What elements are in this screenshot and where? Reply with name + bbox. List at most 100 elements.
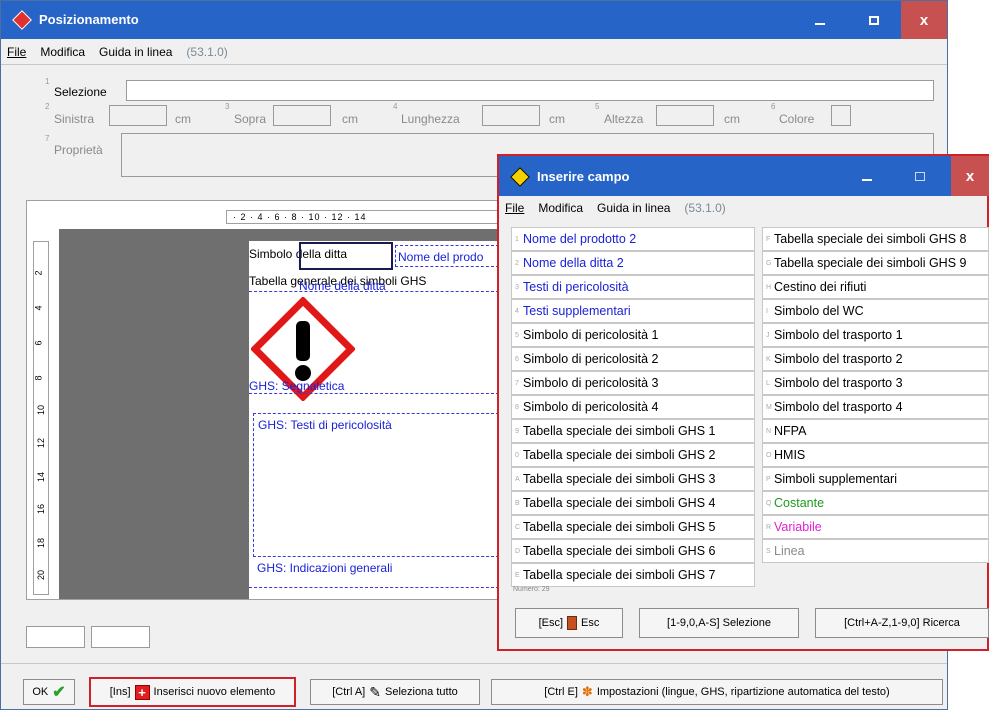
field-list-item[interactable]: C Tabella speciale dei simboli GHS 5	[511, 515, 755, 539]
signal-word-item[interactable]: GHS: Segnaletica	[249, 379, 344, 393]
dialog-menu-help[interactable]: Guida in linea	[597, 201, 670, 215]
ruler-tick: 16	[36, 503, 47, 515]
shortcut-key: J	[766, 331, 770, 339]
field-list-item[interactable]: 7 Simbolo di pericolosità 3	[511, 371, 755, 395]
coord-x-field[interactable]	[26, 626, 85, 648]
height-field[interactable]	[656, 105, 714, 126]
field-list-item[interactable]: B Tabella speciale dei simboli GHS 4	[511, 491, 755, 515]
field-list-item[interactable]: G Tabella speciale dei simboli GHS 9	[762, 251, 989, 275]
ruler-tick: 14	[36, 471, 47, 483]
shortcut-key: G	[766, 259, 772, 267]
select-label: [1-9,0,A-S] Selezione	[667, 617, 771, 629]
field-list-item[interactable]: Q Costante	[762, 491, 989, 515]
coord-y-field[interactable]	[91, 626, 150, 648]
field-number: 2	[45, 102, 50, 111]
general-info-item[interactable]: GHS: Indicazioni generali	[257, 561, 392, 575]
field-list-item[interactable]: H Cestino dei rifiuti	[762, 275, 989, 299]
field-list-item[interactable]: 3 Testi di pericolosità	[511, 275, 755, 299]
left-field[interactable]	[109, 105, 167, 126]
select-all-label: Seleziona tutto	[384, 686, 458, 698]
close-icon: x	[919, 11, 929, 29]
field-list-item[interactable]: R Variabile	[762, 515, 989, 539]
close-icon: x	[965, 167, 975, 185]
field-list-item[interactable]: L Simbolo del trasporto 3	[762, 371, 989, 395]
select-all-button[interactable]: [Ctrl A] ✎ Seleziona tutto	[310, 679, 480, 705]
label-paper[interactable]: Simbolo della ditta Nome del prodo Tabel…	[249, 241, 499, 599]
shortcut-key: N	[766, 427, 772, 435]
shortcut-key: 9	[515, 427, 519, 435]
insert-element-button[interactable]: [Ins] + Inserisci nuovo elemento	[89, 677, 296, 707]
shortcut-key: A	[515, 475, 520, 483]
field-list-item[interactable]: I Simbolo del WC	[762, 299, 989, 323]
field-label: Testi supplementari	[523, 304, 631, 318]
dialog-select-button[interactable]: [1-9,0,A-S] Selezione	[639, 608, 799, 638]
dialog-menu-edit[interactable]: Modifica	[538, 201, 583, 215]
field-list-item[interactable]: F Tabella speciale dei simboli GHS 8	[762, 227, 989, 251]
field-number: 7	[45, 134, 50, 143]
field-list-item[interactable]: S Linea	[762, 539, 989, 563]
shortcut-key: C	[515, 523, 521, 531]
color-field[interactable]	[831, 105, 851, 126]
shortcut-key: R	[766, 523, 772, 531]
field-label: Simbolo di pericolosità 2	[523, 352, 659, 366]
field-list-item[interactable]: P Simboli supplementari	[762, 467, 989, 491]
selected-item-box[interactable]	[299, 242, 393, 270]
dialog-close-button[interactable]: x	[951, 156, 989, 196]
version-label: (53.1.0)	[186, 45, 228, 59]
insert-label: Inserisci nuovo elemento	[153, 686, 276, 698]
shortcut-key: 2	[515, 259, 519, 267]
field-list-item[interactable]: 4 Testi supplementari	[511, 299, 755, 323]
menu-file[interactable]: File	[7, 45, 26, 59]
maximize-button[interactable]	[851, 1, 897, 39]
hazard-texts-item[interactable]: GHS: Testi di pericolosità	[253, 413, 499, 557]
ruler-tick: 10	[36, 404, 47, 416]
settings-button[interactable]: [Ctrl E] ✽ Impostazioni (lingue, GHS, ri…	[491, 679, 943, 705]
field-label: Simbolo del WC	[774, 304, 864, 318]
close-button[interactable]: x	[901, 1, 947, 39]
field-label: Cestino dei rifiuti	[774, 280, 867, 294]
field-list-item[interactable]: O HMIS	[762, 443, 989, 467]
vertical-ruler: 2 4 6 8 10 12 14 16 18 20	[33, 241, 49, 595]
dashed-divider	[249, 291, 499, 292]
field-list-item[interactable]: 2 Nome della ditta 2	[511, 251, 755, 275]
field-list-item[interactable]: 0 Tabella speciale dei simboli GHS 2	[511, 443, 755, 467]
minimize-button[interactable]	[797, 1, 843, 39]
shortcut-key: B	[515, 499, 520, 507]
dialog-search-button[interactable]: [Ctrl+A-Z,1-9,0] Ricerca	[815, 608, 989, 638]
dialog-menu-file[interactable]: File	[505, 201, 524, 215]
shortcut-key: H	[766, 283, 772, 291]
field-list-item[interactable]: 1 Nome del prodotto 2	[511, 227, 755, 251]
field-list-item[interactable]: E Tabella speciale dei simboli GHS 7	[511, 563, 755, 587]
field-list-item[interactable]: N NFPA	[762, 419, 989, 443]
esc-label: Esc	[581, 617, 600, 629]
dialog-maximize-button[interactable]	[897, 156, 943, 196]
bottom-separator	[1, 663, 947, 664]
field-list-item[interactable]: J Simbolo del trasporto 1	[762, 323, 989, 347]
field-list-item[interactable]: 8 Simbolo di pericolosità 4	[511, 395, 755, 419]
field-list-item[interactable]: K Simbolo del trasporto 2	[762, 347, 989, 371]
field-list-item[interactable]: 6 Simbolo di pericolosità 2	[511, 347, 755, 371]
dialog-esc-button[interactable]: [Esc] Esc	[515, 608, 623, 638]
field-list-item[interactable]: 5 Simbolo di pericolosità 1	[511, 323, 755, 347]
field-label: Costante	[774, 496, 825, 510]
dialog-minimize-button[interactable]	[844, 156, 890, 196]
dialog-title-bar: Inserire campo x	[499, 156, 989, 196]
top-field[interactable]	[273, 105, 331, 126]
ruler-tick: 12	[36, 437, 47, 449]
length-field[interactable]	[482, 105, 540, 126]
field-list-item[interactable]: M Simbolo del trasporto 4	[762, 395, 989, 419]
menu-help[interactable]: Guida in linea	[99, 45, 172, 59]
ruler-tick: 4	[33, 305, 44, 311]
selection-field[interactable]	[126, 80, 934, 101]
ok-button[interactable]: OK ✔	[23, 679, 75, 705]
color-label: Colore	[779, 112, 815, 126]
field-list-item[interactable]: 9 Tabella speciale dei simboli GHS 1	[511, 419, 755, 443]
product-name-item[interactable]: Nome del prodo	[395, 245, 499, 267]
field-list-item[interactable]: A Tabella speciale dei simboli GHS 3	[511, 467, 755, 491]
menu-edit[interactable]: Modifica	[40, 45, 85, 59]
field-number: 1	[45, 77, 50, 86]
field-list-item[interactable]: D Tabella speciale dei simboli GHS 6	[511, 539, 755, 563]
esc-key: [Esc]	[538, 617, 564, 629]
search-label: [Ctrl+A-Z,1-9,0] Ricerca	[844, 617, 960, 629]
field-label: Tabella speciale dei simboli GHS 8	[774, 232, 967, 246]
